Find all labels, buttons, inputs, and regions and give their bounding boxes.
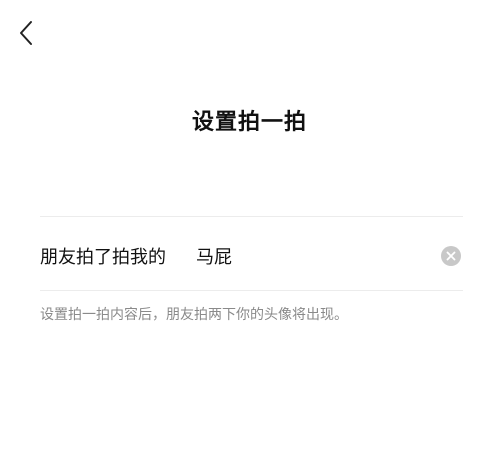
clear-circle-icon <box>446 251 456 261</box>
divider <box>40 216 463 217</box>
back-button[interactable] <box>12 18 40 48</box>
pat-prefix-label: 朋友拍了拍我的 <box>40 247 166 268</box>
page-title: 设置拍一拍 <box>191 110 307 135</box>
chevron-left-icon <box>20 21 32 45</box>
set-pat-page: 设置拍一拍 朋友拍了拍我的 马屁 设置拍一拍内容后，朋友拍两下你的头像将出现。 <box>0 0 499 451</box>
divider <box>40 290 463 291</box>
pat-text-field[interactable]: 朋友拍了拍我的 马屁 <box>40 232 463 280</box>
pat-suffix-input[interactable]: 马屁 <box>196 243 441 269</box>
hint-text: 设置拍一拍内容后，朋友拍两下你的头像将出现。 <box>40 307 348 323</box>
clear-button[interactable] <box>441 246 461 266</box>
